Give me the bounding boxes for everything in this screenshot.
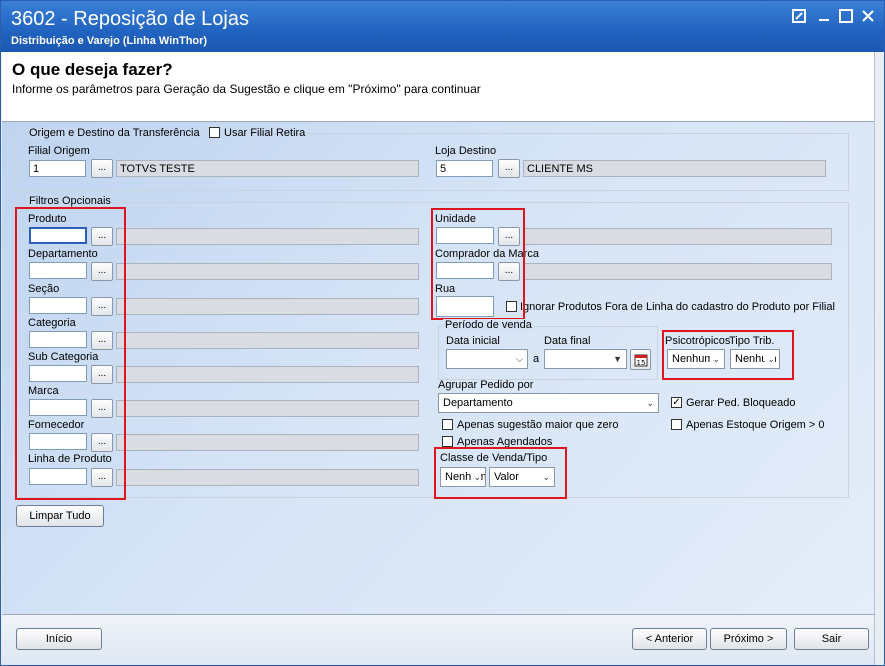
highlight-box-unidade [431, 208, 525, 320]
unidade-description [523, 228, 832, 245]
data-final-label: Data final [544, 335, 591, 347]
agrupar-label: Agrupar Pedido por [438, 379, 534, 391]
linha-produto-description [116, 469, 419, 486]
agrupar-select[interactable]: Departamento ⌄ [438, 393, 659, 413]
proximo-button[interactable]: Próximo > [710, 628, 787, 650]
origem-destino-label: Origem e Destino da Transferência [27, 127, 202, 139]
loja-destino-lookup-button[interactable]: ... [498, 159, 520, 178]
inicio-button[interactable]: Início [16, 628, 102, 650]
filial-origem-input[interactable]: 1 [29, 160, 86, 177]
sub-categoria-description [116, 366, 419, 383]
filial-origem-name: TOTVS TESTE [116, 160, 419, 177]
content-panel: Origem e Destino da Transferência Usar F… [2, 122, 874, 614]
filial-origem-label: Filial Origem [28, 145, 90, 157]
wizard-header: O que deseja fazer? Informe os parâmetro… [2, 52, 874, 122]
filial-origem-lookup-button[interactable]: ... [91, 159, 113, 178]
restore-icon[interactable] [790, 9, 808, 25]
window-title: 3602 - Reposição de Lojas [11, 8, 249, 30]
ignorar-fora-linha-label: Ignorar Produtos Fora de Linha do cadast… [520, 301, 835, 313]
anterior-button[interactable]: < Anterior [632, 628, 707, 650]
apenas-sugestao-label: Apenas sugestão maior que zero [457, 419, 619, 431]
comprador-description [523, 263, 832, 280]
periodo-venda-label: Período de venda [443, 319, 534, 331]
highlight-box-psicotropicos [662, 330, 794, 380]
apenas-estoque-label: Apenas Estoque Origem > 0 [686, 419, 825, 431]
page-description: Informe os parâmetros para Geração da Su… [12, 82, 481, 96]
marca-description [116, 400, 419, 417]
limpar-tudo-button[interactable]: Limpar Tudo [16, 505, 104, 527]
sair-button[interactable]: Sair [794, 628, 869, 650]
title-bar: 3602 - Reposição de Lojas Distribuição e… [1, 1, 884, 52]
maximize-icon[interactable] [837, 9, 855, 25]
calendar-icon[interactable]: 15 [630, 349, 651, 370]
wizard-footer: Início < Anterior Próximo > Sair [2, 614, 874, 665]
loja-destino-name: CLIENTE MS [523, 160, 826, 177]
apenas-sugestao-checkbox[interactable] [442, 419, 453, 430]
apenas-estoque-checkbox[interactable] [671, 419, 682, 430]
data-inicial-picker[interactable]: ⌵ [446, 349, 528, 369]
data-inicial-label: Data inicial [446, 335, 500, 347]
usar-filial-retira-checkbox[interactable] [209, 127, 220, 138]
apenas-agendados-checkbox[interactable] [442, 436, 453, 447]
vertical-scrollbar[interactable] [874, 52, 884, 665]
gerar-bloqueado-label: Gerar Ped. Bloqueado [686, 397, 796, 409]
loja-destino-input[interactable]: 5 [436, 160, 493, 177]
fornecedor-description [116, 434, 419, 451]
window-subtitle: Distribuição e Varejo (Linha WinThor) [11, 35, 208, 47]
svg-text:15: 15 [636, 359, 645, 367]
highlight-box-left-filters [15, 207, 126, 500]
filtros-label: Filtros Opcionais [27, 195, 113, 207]
secao-description [116, 298, 419, 315]
minimize-icon[interactable] [815, 9, 833, 25]
data-separator: a [533, 353, 540, 365]
usar-filial-retira-label: Usar Filial Retira [224, 127, 306, 139]
highlight-box-classe [434, 447, 567, 499]
departamento-description [116, 263, 419, 280]
page-title: O que deseja fazer? [12, 60, 173, 79]
main-window: 3602 - Reposição de Lojas Distribuição e… [0, 0, 885, 666]
close-icon[interactable] [859, 9, 877, 25]
produto-description [116, 228, 419, 245]
categoria-description [116, 332, 419, 349]
data-final-picker[interactable]: ▼ [544, 349, 627, 369]
loja-destino-label: Loja Destino [435, 145, 497, 157]
gerar-bloqueado-checkbox[interactable]: ✓ [671, 397, 682, 408]
